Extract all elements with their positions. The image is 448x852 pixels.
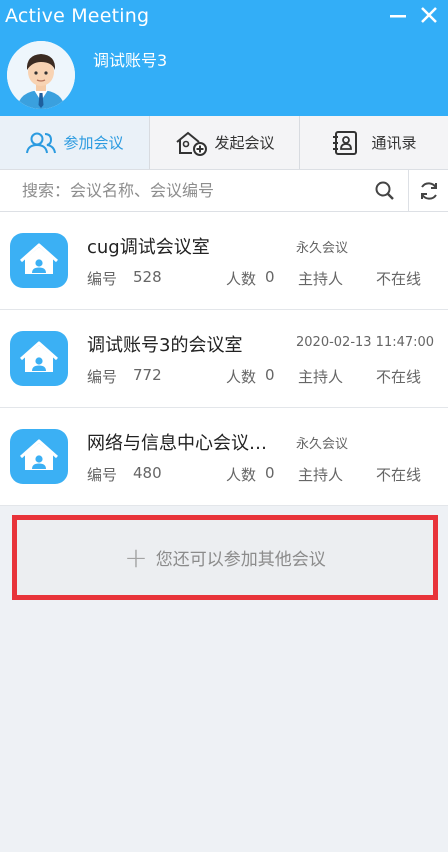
home-add-icon — [176, 131, 208, 156]
meeting-room-name: 调试账号3的会议室 — [87, 335, 243, 356]
house-user-icon — [20, 439, 58, 470]
app-header: Active Meeting 调试账号3 — [0, 0, 448, 116]
tab-bar: 参加会议 发起会议 通讯录 — [0, 116, 448, 170]
close-icon — [421, 7, 437, 23]
meeting-room-tag: 永久会议 — [296, 437, 349, 452]
meeting-room-icon — [10, 429, 68, 484]
minimize-icon — [390, 15, 406, 18]
host-label: 主持人 — [298, 368, 344, 386]
participant-count-label: 人数 — [226, 466, 257, 484]
room-id-label: 编号 — [87, 466, 118, 484]
join-other-meeting-button[interactable]: + 您还可以参加其他会议 — [12, 515, 438, 600]
user-name: 调试账号3 — [93, 51, 168, 70]
search-divider — [408, 170, 409, 211]
tab-label: 发起会议 — [214, 134, 275, 152]
search-input[interactable] — [0, 170, 382, 211]
meeting-room-name: cug调试会议室 — [87, 237, 210, 258]
close-button[interactable] — [417, 2, 441, 28]
tab-label: 通讯录 — [371, 134, 417, 152]
refresh-icon — [421, 182, 437, 200]
room-id: 480 — [133, 464, 162, 482]
meeting-room-name: 网络与信息中心会议… — [87, 433, 267, 454]
search-bar — [0, 170, 448, 212]
avatar[interactable] — [7, 41, 75, 109]
online-status: 不在线 — [376, 270, 422, 288]
room-id-label: 编号 — [87, 270, 118, 288]
participant-count-label: 人数 — [226, 270, 257, 288]
tab-contacts[interactable]: 通讯录 — [300, 116, 448, 169]
meeting-room-item[interactable]: 网络与信息中心会议… 永久会议 编号 480 人数 0 主持人 不在线 — [0, 408, 448, 506]
tab-start-meeting[interactable]: 发起会议 — [150, 116, 299, 169]
meeting-room-item[interactable]: cug调试会议室 永久会议 编号 528 人数 0 主持人 不在线 — [0, 212, 448, 310]
participant-count: 0 — [265, 268, 275, 286]
user-avatar-icon — [7, 41, 75, 109]
contacts-icon — [333, 130, 358, 155]
app-title: Active Meeting — [5, 5, 150, 27]
participant-count: 0 — [265, 464, 275, 482]
search-button[interactable] — [372, 178, 398, 204]
search-icon — [375, 181, 394, 200]
online-status: 不在线 — [376, 368, 422, 386]
join-other-meeting-label: 您还可以参加其他会议 — [155, 550, 326, 570]
host-label: 主持人 — [298, 270, 344, 288]
meeting-room-tag: 2020-02-13 11:47:00 — [296, 335, 435, 350]
participant-count-label: 人数 — [226, 368, 257, 386]
minimize-button[interactable] — [386, 2, 410, 28]
users-icon — [26, 132, 57, 153]
tab-label: 参加会议 — [63, 134, 124, 152]
tab-join-meeting[interactable]: 参加会议 — [0, 116, 149, 169]
host-label: 主持人 — [298, 466, 344, 484]
online-status: 不在线 — [376, 466, 422, 484]
house-user-icon — [20, 341, 58, 372]
join-other-meeting-content: + 您还可以参加其他会议 — [17, 520, 433, 595]
room-id: 772 — [133, 366, 162, 384]
refresh-button[interactable] — [416, 178, 442, 204]
room-id-label: 编号 — [87, 368, 118, 386]
house-user-icon — [20, 243, 58, 274]
meeting-room-icon — [10, 331, 68, 386]
meeting-room-tag: 永久会议 — [296, 241, 349, 256]
participant-count: 0 — [265, 366, 275, 384]
room-id: 528 — [133, 268, 162, 286]
meeting-room-icon — [10, 233, 68, 288]
meeting-room-item[interactable]: 调试账号3的会议室 2020-02-13 11:47:00 编号 772 人数 … — [0, 310, 448, 408]
plus-icon: + — [124, 541, 148, 574]
